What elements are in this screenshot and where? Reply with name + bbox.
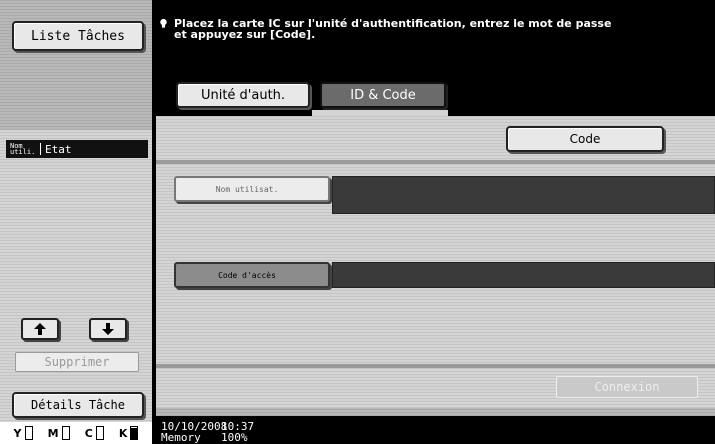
message-line-2: et appuyez sur [Code].: [174, 28, 316, 41]
lightbulb-icon: [158, 18, 172, 52]
divider: [156, 364, 715, 368]
scroll-up-button[interactable]: [21, 318, 59, 340]
toner-label: C: [84, 426, 93, 440]
column-separator: [40, 143, 41, 155]
delete-button[interactable]: Supprimer: [15, 352, 139, 372]
left-panel-job-area: [0, 130, 152, 430]
toner-gauge: [61, 426, 70, 440]
arrow-down-icon: [102, 323, 114, 335]
delete-label: Supprimer: [44, 355, 110, 369]
toner-cyan: C: [85, 426, 104, 440]
status-bar: 10/10/2008 10:37 Memory 100%: [156, 416, 715, 444]
tab-auth-unit-label: Unité d'auth.: [200, 87, 286, 103]
access-code-label: Code d'accès: [218, 270, 276, 280]
toner-label: M: [47, 426, 59, 440]
divider: [156, 160, 715, 164]
user-name-label: Nom utilisat.: [215, 184, 279, 194]
scroll-down-button[interactable]: [89, 318, 127, 340]
toner-yellow: Y: [14, 426, 33, 440]
instruction-message: Placez la carte IC sur l'unité d'authent…: [158, 18, 715, 52]
user-name-field[interactable]: [332, 176, 715, 214]
toner-gauge: [130, 426, 139, 440]
code-button-label: Code: [569, 132, 601, 146]
job-list-button[interactable]: Liste Tâches: [12, 21, 144, 51]
toner-levels: Y M C K: [0, 422, 152, 444]
left-panel-top: [0, 0, 152, 130]
auth-form: Code Nom utilisat. Code d'accès: [156, 116, 715, 408]
access-code-button[interactable]: Code d'accès: [174, 262, 330, 288]
tab-id-code[interactable]: ID & Code: [320, 82, 446, 108]
job-details-button[interactable]: Détails Tâche: [12, 392, 144, 418]
memory-value: 100%: [221, 431, 248, 444]
toner-black: K: [119, 426, 139, 440]
tab-id-code-label: ID & Code: [350, 87, 416, 103]
toner-label: Y: [13, 426, 22, 440]
login-button[interactable]: Connexion: [556, 376, 698, 398]
user-name-button[interactable]: Nom utilisat.: [174, 176, 330, 202]
access-code-field[interactable]: [332, 262, 715, 288]
code-button[interactable]: Code: [506, 126, 664, 152]
tab-auth-unit[interactable]: Unité d'auth.: [176, 82, 310, 108]
arrow-up-icon: [34, 323, 46, 335]
job-list-label: Liste Tâches: [31, 28, 125, 44]
toner-label: K: [118, 426, 128, 440]
toner-magenta: M: [48, 426, 70, 440]
login-label: Connexion: [594, 380, 660, 394]
authentication-panel: Unité d'auth. ID & Code Code Nom utilisa…: [156, 70, 715, 408]
bottom-strip: [156, 408, 715, 416]
toner-gauge: [24, 426, 33, 440]
column-status-label: Etat: [45, 142, 72, 156]
job-details-label: Détails Tâche: [31, 398, 125, 412]
toner-gauge: [95, 426, 104, 440]
job-list-column-header: Nom utili. Etat: [6, 140, 148, 158]
column-user-label: Nom utili.: [10, 142, 36, 156]
left-panel: Liste Tâches Nom utili. Etat Supprimer D…: [0, 0, 152, 444]
memory-label: Memory: [161, 431, 201, 444]
